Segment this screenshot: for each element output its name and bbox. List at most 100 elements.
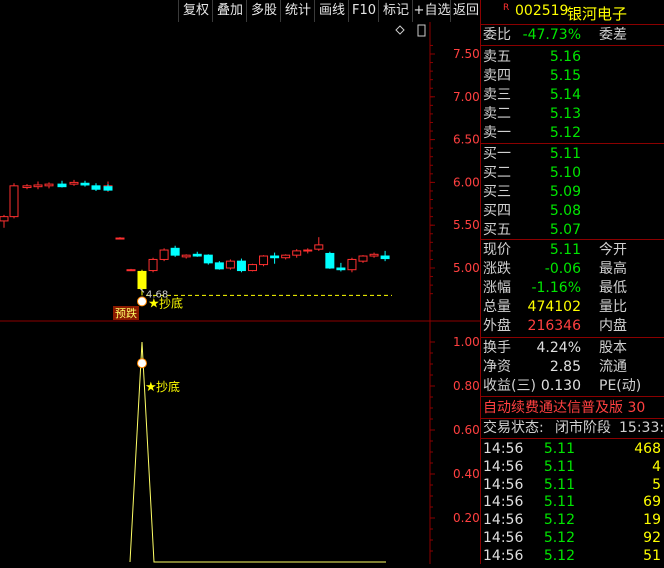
sep-webi — [481, 45, 664, 46]
stat-label2: 今开 — [599, 242, 627, 258]
bid-label: 买五 — [483, 222, 511, 238]
stat-label: 总量 — [483, 299, 511, 315]
sep-fund — [481, 396, 664, 397]
bid-row: 买三 5.09 — [481, 183, 664, 202]
tick-price: 5.12 — [543, 512, 575, 529]
ask-row: 卖三 5.14 — [481, 86, 664, 105]
toolbar-button-3[interactable]: 统计 — [280, 0, 315, 22]
warn-label: 预跌 — [115, 306, 137, 320]
candle-body — [44, 183, 54, 187]
tick-price: 5.12 — [543, 547, 575, 564]
toolbar: 复权 叠加 多股 统计 画线 F10 标记 +自选 返回 — [0, 0, 480, 22]
candle-body — [69, 181, 79, 185]
candle-body — [181, 254, 191, 258]
candle-body — [380, 255, 390, 260]
webi-value: -47.73% — [522, 27, 581, 43]
stat-row: 涨幅 -1.16% 最低 — [481, 279, 664, 298]
stat-label: 涨幅 — [483, 280, 511, 296]
stat-value: -0.06 — [544, 261, 581, 277]
tick-price: 5.11 — [543, 458, 575, 475]
ask-label: 卖二 — [483, 106, 511, 122]
bid-label: 买四 — [483, 203, 511, 219]
status-value: 闭市阶段 — [555, 420, 611, 436]
candle-body — [0, 216, 9, 222]
toolbar-button-5[interactable]: F10 — [348, 0, 379, 22]
tick-time: 14:56 — [483, 547, 524, 564]
money-bag-icon-indicator — [137, 358, 147, 369]
signal-label-main: 抄底 — [159, 295, 183, 310]
stat-value: -1.16% — [531, 280, 581, 296]
fund-row: 收益(三) 0.130 PE(动) — [481, 377, 664, 396]
stat-value: 474102 — [527, 299, 581, 315]
candle-body — [80, 182, 90, 186]
candle-body — [270, 255, 280, 259]
candle-body — [248, 264, 257, 272]
ticker-row: 自动续费通达信普及版 30 — [481, 399, 664, 418]
candle-body — [103, 186, 113, 191]
candle-body — [159, 249, 169, 260]
candle-body — [325, 252, 335, 269]
tick-row: 14:56 5.11 69 — [481, 493, 664, 512]
sep-status — [481, 438, 664, 439]
tick-time: 14:56 — [483, 530, 524, 546]
quote-header: R 002519 银河电子 — [481, 0, 664, 25]
quote-panel: R 002519 银河电子 委比 -47.73% 委差 卖五 5.16 卖四 5.15 卖三 5… — [480, 0, 664, 564]
candle-body — [292, 250, 302, 256]
stat-label: 现价 — [483, 242, 511, 258]
star-icon-indicator: ★ — [145, 380, 157, 395]
candle-body — [22, 185, 32, 189]
bid-label: 买二 — [483, 165, 511, 181]
ask-price: 5.15 — [549, 68, 581, 84]
ask-row: 卖一 5.12 — [481, 124, 664, 143]
stat-value: 216346 — [527, 318, 581, 334]
kline-chart-svg: 7.507.006.506.005.505.004.68★ 抄底预跌1.000.8… — [0, 22, 480, 564]
candle-body — [148, 258, 158, 272]
ask-row: 卖二 5.13 — [481, 105, 664, 124]
tick-time: 14:56 — [483, 441, 524, 457]
toolbar-button-0[interactable]: 复权 — [178, 0, 213, 22]
toolbar-button-4[interactable]: 画线 — [314, 0, 349, 22]
candle-body — [236, 260, 246, 272]
webi-label: 委比 — [483, 27, 511, 43]
fund-value: 2.85 — [549, 359, 581, 375]
tick-row: 14:56 5.11 468 — [481, 440, 664, 459]
candle-body — [314, 244, 324, 250]
candle-body — [126, 269, 136, 272]
toolbar-button-8[interactable]: 返回 — [450, 0, 481, 22]
ask-label: 卖一 — [483, 125, 511, 141]
stat-label: 涨跌 — [483, 261, 511, 277]
toolbar-button-7[interactable]: +自选 — [412, 0, 451, 22]
toolbar-button-2[interactable]: 多股 — [246, 0, 281, 22]
tick-time: 14:56 — [483, 458, 524, 475]
ask-label: 卖四 — [483, 68, 511, 84]
ind-y-tick-label: 0.60 — [453, 423, 480, 437]
stat-row: 总量 474102 量比 — [481, 298, 664, 317]
fund-label: 换手 — [483, 340, 511, 356]
main-y-tick-label: 6.00 — [453, 175, 480, 189]
candle-body — [137, 270, 147, 290]
tick-volume: 51 — [643, 547, 661, 564]
status-row: 交易状态: 闭市阶段 15:33: — [481, 419, 664, 438]
stock-code: 002519 — [515, 3, 569, 19]
toolbar-button-1[interactable]: 叠加 — [212, 0, 247, 22]
fund-value: 4.24% — [536, 340, 581, 356]
ask-price: 5.14 — [549, 87, 581, 103]
ask-label: 卖五 — [483, 49, 511, 65]
candle-body — [225, 260, 235, 269]
webi-row: 委比 -47.73% 委差 — [481, 26, 664, 45]
tick-volume: 19 — [643, 512, 661, 529]
stat-label2: 最低 — [599, 280, 627, 296]
stat-value: 5.11 — [549, 242, 581, 258]
sep-stats — [481, 337, 664, 338]
ind-y-tick-label: 0.80 — [453, 379, 480, 393]
bid-price: 5.10 — [549, 165, 581, 181]
r-badge: R — [503, 3, 510, 13]
scroll-thumb-icon — [417, 24, 426, 37]
candle-body — [336, 267, 346, 271]
tick-time: 14:56 — [483, 512, 524, 529]
toolbar-button-6[interactable]: 标记 — [378, 0, 413, 22]
fund-label2: PE(动) — [599, 378, 642, 394]
candle-body — [358, 255, 368, 262]
bid-row: 买一 5.11 — [481, 145, 664, 164]
stat-label2: 最高 — [599, 261, 627, 277]
